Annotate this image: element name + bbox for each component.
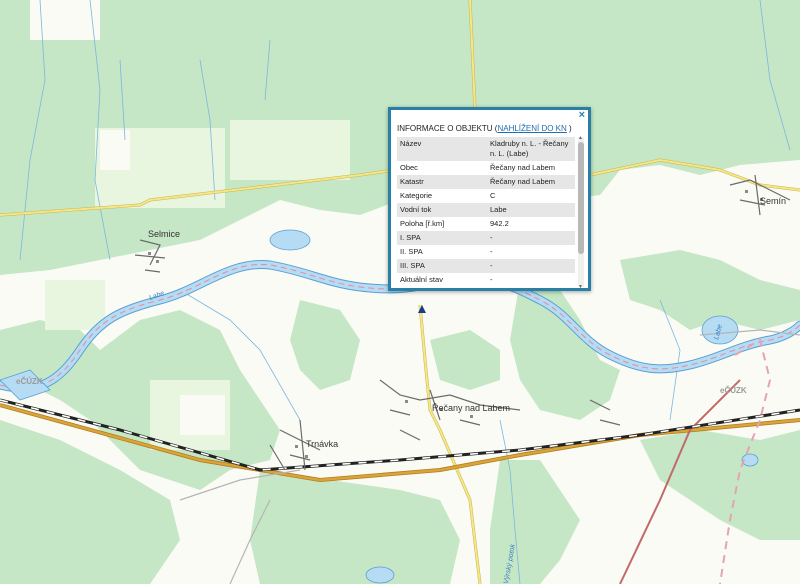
attribute-key: Název [397, 137, 487, 161]
scroll-thumb[interactable] [578, 142, 584, 254]
watermark: eČÚZK [16, 377, 43, 386]
place-label-trnavka: Trnávka [306, 439, 338, 449]
place-label-selmice: Selmice [148, 229, 180, 239]
paren-close: ) [566, 124, 572, 133]
table-row: Obec Řečany nad Labem [397, 161, 575, 175]
attribute-key: Katastr [397, 175, 487, 189]
attribute-key: Obec [397, 161, 487, 175]
popup-title: INFORMACE O OBJEKTU (NAHLÍŽENÍ DO KN ) [397, 124, 572, 133]
attribute-table: Název Kladruby n. L. - Řečany n. L. (Labe… [397, 137, 575, 287]
attribute-value: - [487, 259, 575, 273]
place-label-recany: Řečany nad Labem [432, 403, 510, 413]
place-label-semin: Semín [760, 196, 786, 206]
table-row: II. SPA - [397, 245, 575, 259]
attribute-value: 942.2 [487, 217, 575, 231]
attribute-key: Poloha [ř.km] [397, 217, 487, 231]
table-row: Poloha [ř.km] 942.2 [397, 217, 575, 231]
watermark: eČÚZK [720, 386, 747, 395]
attribute-value: Řečany nad Labem [487, 175, 575, 189]
table-row: Název Kladruby n. L. - Řečany n. L. (Labe… [397, 137, 575, 161]
attribute-key: II. SPA [397, 245, 487, 259]
attribute-key: III. SPA [397, 259, 487, 273]
map-canvas[interactable]: Selmice Semín Řečany nad Labem Trnávka L… [0, 0, 800, 584]
scroll-down-icon[interactable]: ▼ [578, 284, 583, 290]
attribute-value: - [487, 231, 575, 245]
object-info-popup: × INFORMACE O OBJEKTU (NAHLÍŽENÍ DO KN )… [388, 107, 591, 291]
attribute-value: - [487, 273, 575, 287]
attribute-value: Labe [487, 203, 575, 217]
table-row: Vodní tok Labe [397, 203, 575, 217]
table-row: Katastr Řečany nad Labem [397, 175, 575, 189]
popup-scrollbar[interactable]: ▲ ▼ [578, 135, 584, 290]
scroll-up-icon[interactable]: ▲ [578, 135, 583, 141]
table-row: I. SPA - [397, 231, 575, 245]
attribute-key: Kategorie [397, 189, 487, 203]
close-icon[interactable]: × [579, 109, 585, 121]
attribute-key: Aktuální stav [397, 273, 487, 287]
attribute-value: Kladruby n. L. - Řečany n. L. (Labe) [487, 137, 575, 161]
popup-content[interactable]: Název Kladruby n. L. - Řečany n. L. (Labe… [397, 137, 577, 289]
table-row: III. SPA - [397, 259, 575, 273]
table-row: Kategorie C [397, 189, 575, 203]
attribute-key: I. SPA [397, 231, 487, 245]
cadastre-link[interactable]: NAHLÍŽENÍ DO KN [497, 124, 566, 133]
table-row: Aktuální stav - [397, 273, 575, 287]
attribute-value: - [487, 245, 575, 259]
popup-title-text: INFORMACE O OBJEKTU [397, 124, 493, 133]
attribute-value: Řečany nad Labem [487, 161, 575, 175]
attribute-value: C [487, 189, 575, 203]
location-marker-icon [418, 305, 426, 313]
attribute-key: Vodní tok [397, 203, 487, 217]
